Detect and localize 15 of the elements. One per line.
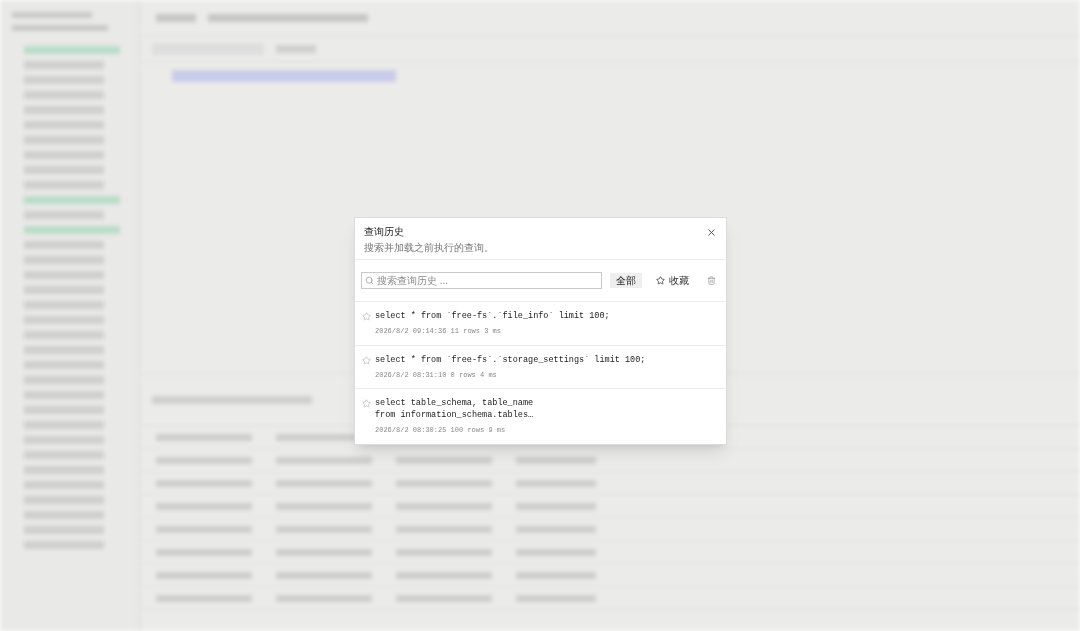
star-icon[interactable] <box>362 312 371 321</box>
query-text: select table_schema, table_name <box>375 397 534 409</box>
close-button[interactable] <box>706 227 717 238</box>
query-text: select * from `free-fs`.`storage_settings` limit 100; <box>375 353 646 366</box>
query-text: select * from `free-fs`.`file_info` limit 100; <box>375 310 610 322</box>
star-icon[interactable] <box>362 399 371 408</box>
star-icon[interactable] <box>362 355 371 365</box>
search-icon <box>365 276 374 285</box>
dialog-subtitle: 搜索并加载之前执行的查询。 <box>364 241 494 254</box>
filter-button[interactable]: 收藏 <box>650 273 695 288</box>
search-field[interactable]: 搜索查询历史 ... <box>361 272 602 289</box>
star-icon <box>656 276 665 285</box>
query-text: from information_schema.tables… <box>375 409 534 421</box>
dialog-title: 查询历史 <box>364 225 405 239</box>
filter-button[interactable]: 全部 <box>610 273 642 288</box>
